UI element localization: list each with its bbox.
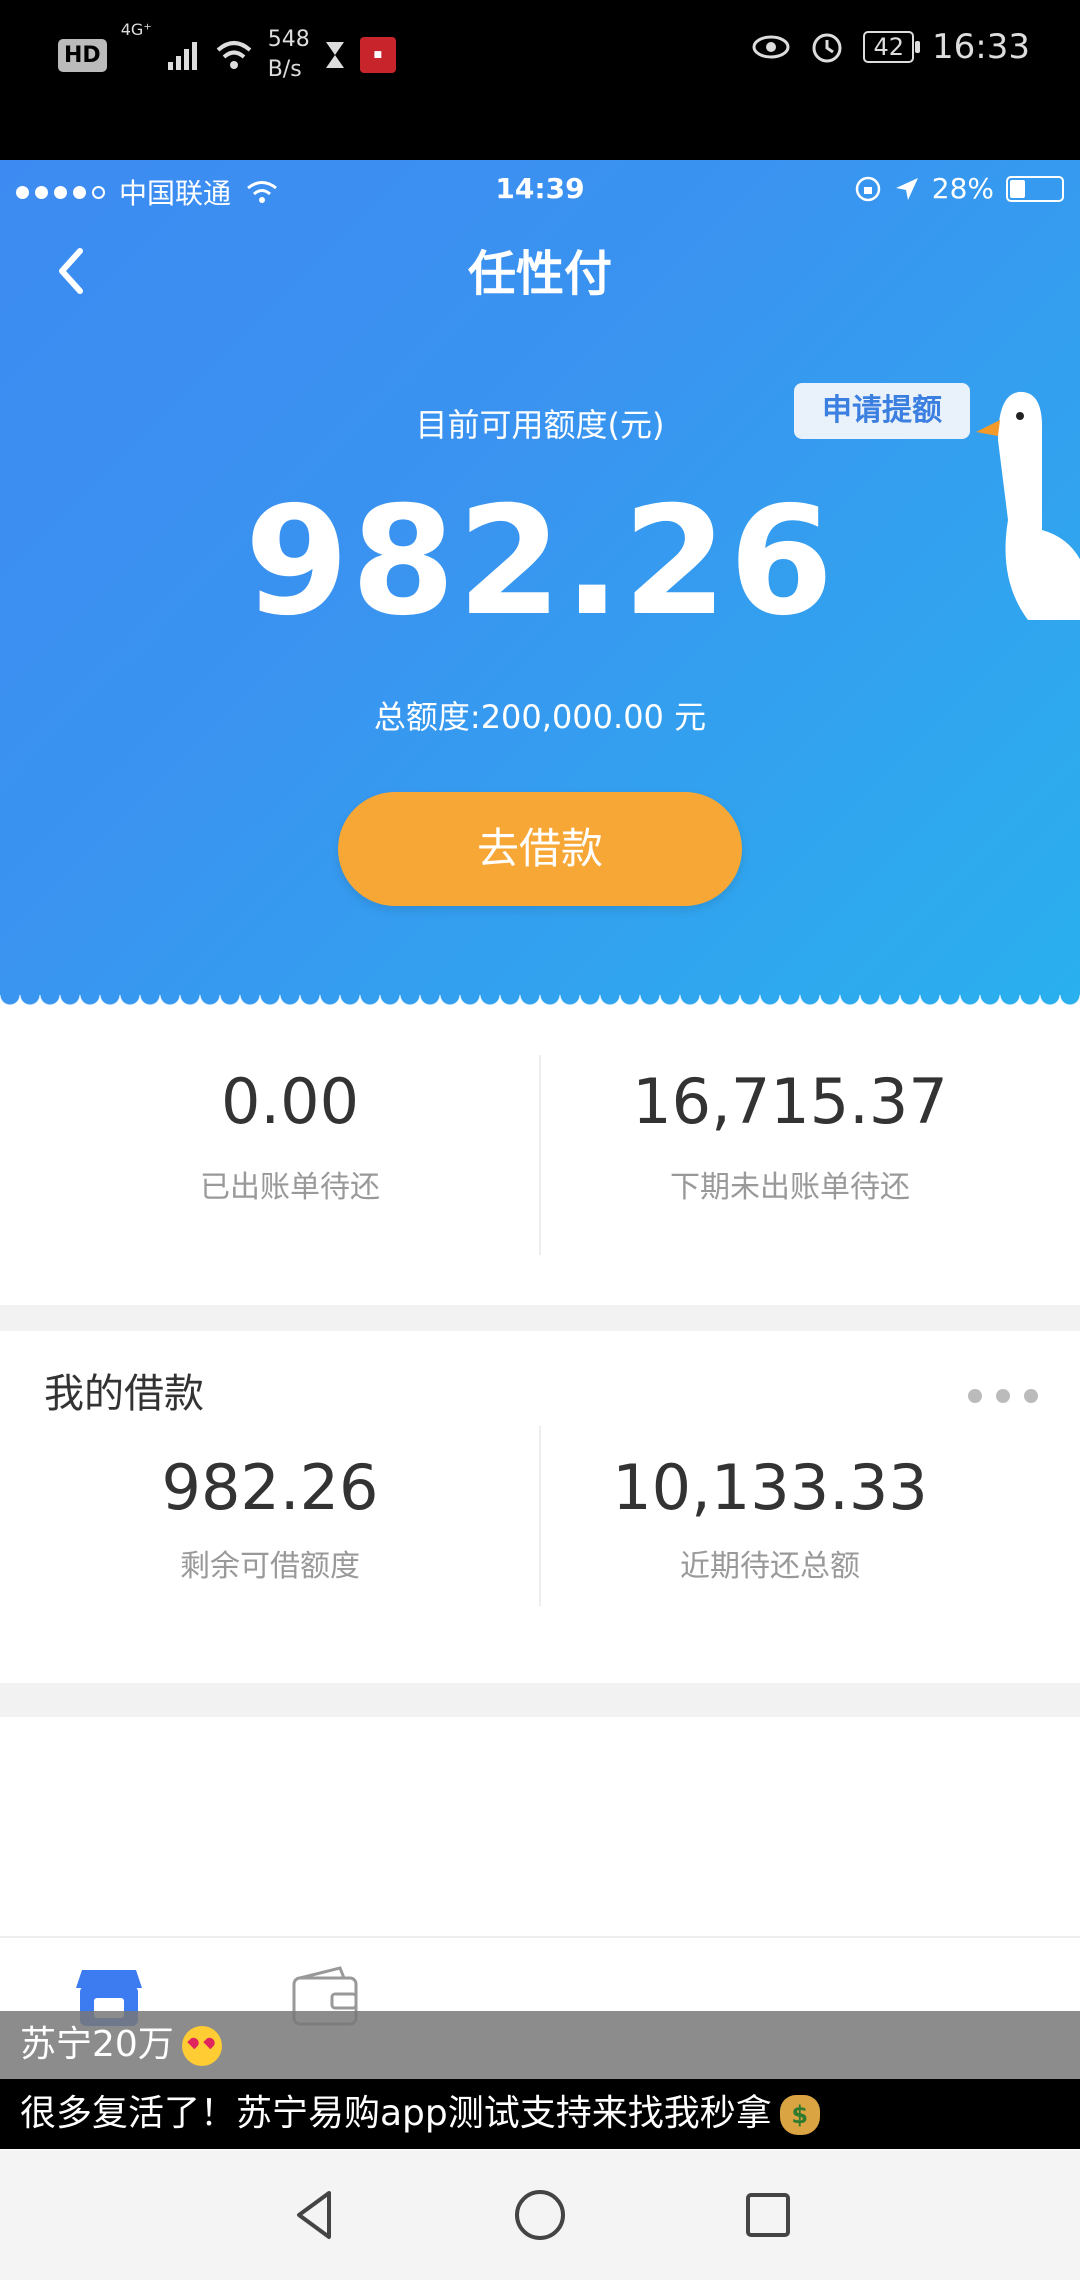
borrow-button[interactable]: 去借款: [338, 792, 742, 906]
my-loans-title: 我的借款: [44, 1371, 204, 1417]
app-screen: 中国联通 14:39 28% 任性付 目前可用额度(元) 982.26 总额度:…: [0, 160, 1080, 2150]
rotation-lock-icon: [855, 176, 881, 201]
ios-battery-percent: 28%: [931, 172, 994, 205]
due-total-label: 近期待还总额: [680, 1549, 860, 1584]
eye-icon: [752, 35, 790, 59]
ios-status-bar: 中国联通 14:39 28%: [0, 160, 1080, 216]
nav-home-icon[interactable]: [510, 2185, 570, 2245]
android-navigation-bar: [0, 2150, 1080, 2280]
location-arrow-icon: [895, 177, 918, 200]
remaining-credit-amount: 982.26: [161, 1451, 379, 1524]
page-title: 任性付: [467, 246, 612, 302]
apply-raise-button[interactable]: 申请提额: [794, 383, 970, 439]
battery-indicator: 42: [863, 31, 920, 63]
more-options-icon[interactable]: [968, 1389, 1038, 1403]
cellular-signal-icon: [167, 42, 197, 70]
money-bag-emoji-icon: $: [779, 2095, 820, 2135]
wave-divider: [0, 995, 1080, 1025]
due-total-amount: 10,133.33: [612, 1451, 928, 1524]
due-total-column[interactable]: 10,133.33 近期待还总额: [540, 1431, 1000, 1671]
navigation-bar: 任性付: [0, 216, 1080, 326]
remaining-credit-column[interactable]: 982.26 剩余可借额度: [40, 1431, 500, 1671]
billed-column[interactable]: 0.00 已出账单待还: [20, 1025, 560, 1305]
wifi-icon: [216, 41, 252, 69]
alarm-icon: [812, 33, 842, 63]
network-speed: 548 B/s: [268, 25, 310, 85]
nav-back-icon[interactable]: [285, 2185, 345, 2245]
remaining-credit-label: 剩余可借额度: [180, 1549, 360, 1584]
my-loans-section: 我的借款 982.26 剩余可借额度 10,133.33 近期待还总额: [0, 1331, 1080, 1683]
next-bill-amount: 16,715.37: [632, 1065, 948, 1138]
hd-badge: HD: [58, 38, 107, 72]
total-credit-line: 总额度:200,000.00 元: [373, 698, 707, 736]
caption-line-1: 苏宁20万: [0, 2011, 1080, 2079]
heart-eyes-emoji-icon: [181, 2026, 222, 2066]
mobile-signal-label: 4G⁺: [120, 20, 152, 39]
section-gap: [0, 1305, 1080, 1331]
clock: 16:33: [932, 27, 1030, 67]
hero-panel: 中国联通 14:39 28% 任性付 目前可用额度(元) 982.26 总额度:…: [0, 160, 1080, 1010]
billed-amount: 0.00: [220, 1065, 360, 1138]
caption-line-2-text: 很多复活了！苏宁易购app测试支持来找我秒拿: [20, 2093, 772, 2134]
android-status-bar: HD 4G⁺ 548 B/s ■ 42 16:33: [0, 0, 1080, 160]
hourglass-icon: [325, 42, 344, 68]
nav-recents-icon[interactable]: [738, 2185, 798, 2245]
section-gap: [0, 1683, 1080, 1717]
next-bill-column[interactable]: 16,715.37 下期未出账单待还: [520, 1025, 1060, 1305]
available-credit-amount: 982.26: [244, 475, 836, 649]
caption-line-1-text: 苏宁20万: [20, 2024, 174, 2065]
goose-mascot-icon: [976, 391, 1080, 620]
next-bill-label: 下期未出账单待还: [670, 1170, 910, 1205]
bill-summary: 0.00 已出账单待还 16,715.37 下期未出账单待还: [0, 1025, 1080, 1305]
net-speed-unit: B/s: [267, 57, 302, 82]
ios-battery-icon: [1006, 175, 1064, 202]
billed-label: 已出账单待还: [200, 1170, 380, 1205]
caption-line-2: 很多复活了！苏宁易购app测试支持来找我秒拿 $: [0, 2079, 1080, 2149]
app-notification-icon: ■: [359, 37, 396, 73]
net-speed-value: 548: [267, 27, 310, 52]
